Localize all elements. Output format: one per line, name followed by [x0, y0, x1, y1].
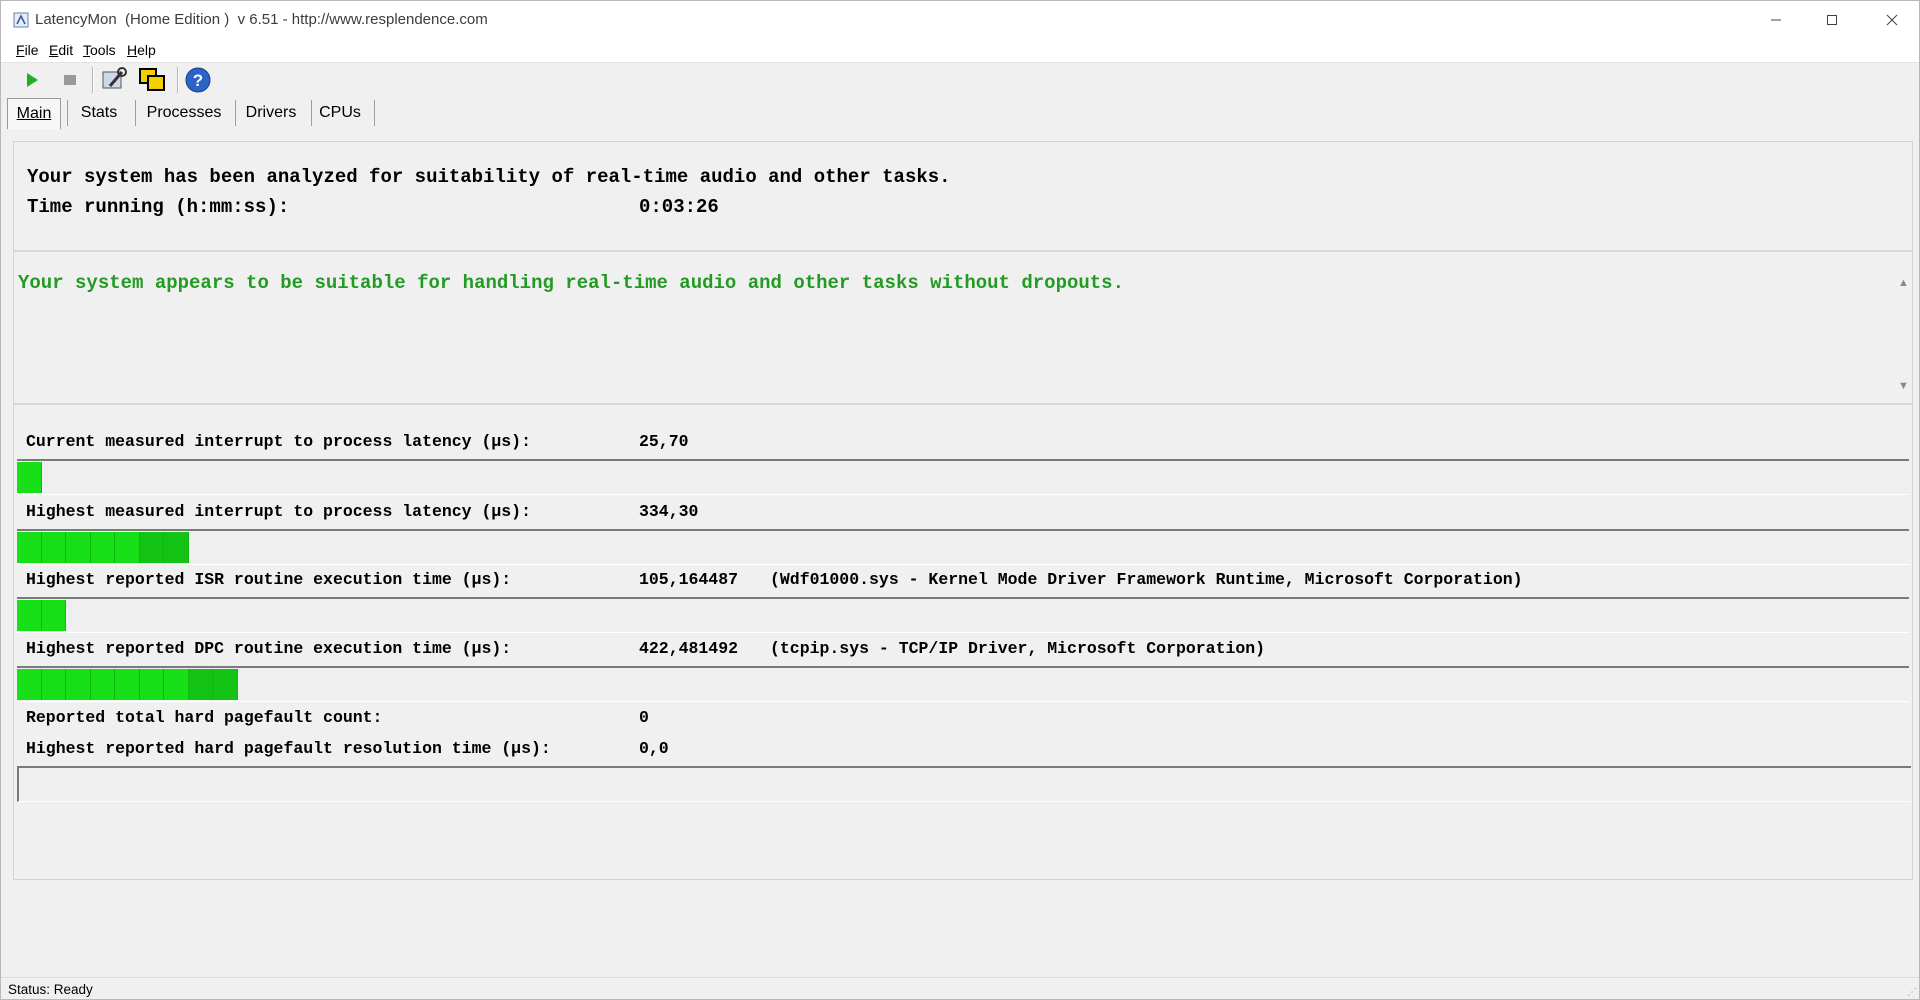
bar-segment	[17, 532, 42, 563]
bar-segment	[139, 532, 164, 563]
bar-segment	[139, 669, 164, 700]
verdict-box: Your system appears to be suitable for h…	[14, 250, 1912, 405]
close-icon	[1886, 14, 1898, 25]
current-latency-label: Current measured interrupt to process la…	[26, 432, 531, 451]
verdict-scrollbar[interactable]: ▲ ▼	[1894, 252, 1912, 403]
highest-latency-bar-fill	[17, 532, 189, 563]
bar-segment	[90, 532, 115, 563]
bar-segment	[213, 669, 238, 700]
stop-button[interactable]	[55, 65, 85, 95]
bar-segment	[164, 532, 189, 563]
scroll-down-icon[interactable]: ▼	[1898, 380, 1909, 392]
pagefault-time-bar	[17, 766, 1911, 802]
windows-copy-icon	[139, 68, 165, 91]
isr-time-label: Highest reported ISR routine execution t…	[26, 570, 512, 589]
verdict-text: Your system appears to be suitable for h…	[18, 272, 1124, 294]
resize-grip-icon[interactable]: ⋰	[1907, 987, 1917, 998]
tab-main[interactable]: Main	[7, 98, 61, 129]
help-icon: ?	[185, 67, 211, 93]
current-latency-bar	[17, 459, 1909, 495]
tab-bar: Main Stats Processes Drivers CPUs	[1, 97, 1919, 131]
pagefault-time-label: Highest reported hard pagefault resoluti…	[26, 739, 551, 758]
app-icon	[13, 12, 29, 28]
settings-tool-button[interactable]	[99, 65, 129, 95]
tab-separator	[135, 100, 136, 126]
analysis-header: Your system has been analyzed for suitab…	[14, 142, 1912, 248]
title-bar: LatencyMon (Home Edition ) v 6.51 - http…	[1, 1, 1919, 38]
status-text: Status: Ready	[8, 982, 93, 997]
scroll-up-icon[interactable]: ▲	[1898, 277, 1909, 289]
time-running-label: Time running (h:mm:ss):	[27, 196, 290, 218]
tab-separator	[311, 100, 312, 126]
tab-drivers[interactable]: Drivers	[239, 98, 303, 128]
current-latency-value: 25,70	[639, 432, 689, 451]
window-title: LatencyMon (Home Edition ) v 6.51 - http…	[35, 11, 488, 28]
minimize-icon	[1771, 19, 1781, 20]
pagefault-count-label: Reported total hard pagefault count:	[26, 708, 383, 727]
toolbar-separator	[92, 67, 94, 93]
minimize-button[interactable]	[1749, 1, 1803, 38]
isr-time-bar-fill	[17, 600, 66, 631]
bar-segment	[41, 600, 66, 631]
maximize-icon	[1827, 14, 1837, 25]
tab-cpus[interactable]: CPUs	[315, 98, 365, 128]
analysis-summary: Your system has been analyzed for suitab…	[27, 166, 951, 188]
toolbar: ?	[1, 63, 1919, 97]
menu-edit[interactable]: Edit	[49, 42, 73, 58]
bar-segment	[17, 462, 42, 493]
windows-tool-button[interactable]	[137, 65, 167, 95]
bar-segment	[41, 669, 66, 700]
app-window: LatencyMon (Home Edition ) v 6.51 - http…	[0, 0, 1920, 1000]
pagefault-count-value: 0	[639, 708, 649, 727]
tab-stats[interactable]: Stats	[73, 98, 125, 128]
highest-latency-value: 334,30	[639, 502, 699, 521]
isr-time-bar	[17, 597, 1909, 633]
toolbar-separator	[177, 67, 179, 93]
bar-segment	[66, 532, 91, 563]
bar-segment	[90, 669, 115, 700]
menu-file[interactable]: File	[16, 42, 39, 58]
bar-segment	[66, 669, 91, 700]
dpc-driver-info: (tcpip.sys - TCP/IP Driver, Microsoft Co…	[770, 639, 1266, 658]
status-bar: Status: Ready ⋰	[1, 977, 1919, 999]
main-panel: Your system has been analyzed for suitab…	[13, 141, 1913, 880]
time-running-value: 0:03:26	[639, 196, 719, 218]
close-button[interactable]	[1865, 1, 1919, 38]
bar-segment	[188, 669, 213, 700]
current-latency-bar-fill	[17, 462, 42, 493]
highest-latency-label: Highest measured interrupt to process la…	[26, 502, 531, 521]
help-button[interactable]: ?	[183, 65, 213, 95]
tab-separator	[235, 100, 236, 126]
pagefault-time-value: 0,0	[639, 739, 669, 758]
tab-separator	[67, 100, 68, 126]
menu-tools[interactable]: Tools	[83, 42, 116, 58]
bar-segment	[17, 669, 42, 700]
tab-processes[interactable]: Processes	[141, 98, 227, 128]
bar-segment	[115, 532, 140, 563]
isr-time-value: 105,164487	[639, 570, 739, 589]
wrench-settings-icon	[102, 67, 127, 89]
play-icon	[27, 73, 38, 87]
menu-help[interactable]: Help	[127, 42, 156, 58]
dpc-time-value: 422,481492	[639, 639, 739, 658]
isr-driver-info: (Wdf01000.sys - Kernel Mode Driver Frame…	[770, 570, 1523, 589]
bar-segment	[41, 532, 66, 563]
bar-segment	[17, 600, 42, 631]
maximize-button[interactable]	[1805, 1, 1859, 38]
dpc-time-label: Highest reported DPC routine execution t…	[26, 639, 512, 658]
tab-separator	[374, 100, 375, 126]
bar-segment	[164, 669, 189, 700]
dpc-time-bar	[17, 666, 1909, 702]
dpc-time-bar-fill	[17, 669, 238, 700]
stop-icon	[64, 75, 76, 85]
menu-bar: File Edit Tools Help	[1, 38, 1919, 63]
start-button[interactable]	[17, 65, 47, 95]
bar-segment	[115, 669, 140, 700]
highest-latency-bar	[17, 529, 1909, 565]
svg-text:?: ?	[193, 71, 203, 90]
